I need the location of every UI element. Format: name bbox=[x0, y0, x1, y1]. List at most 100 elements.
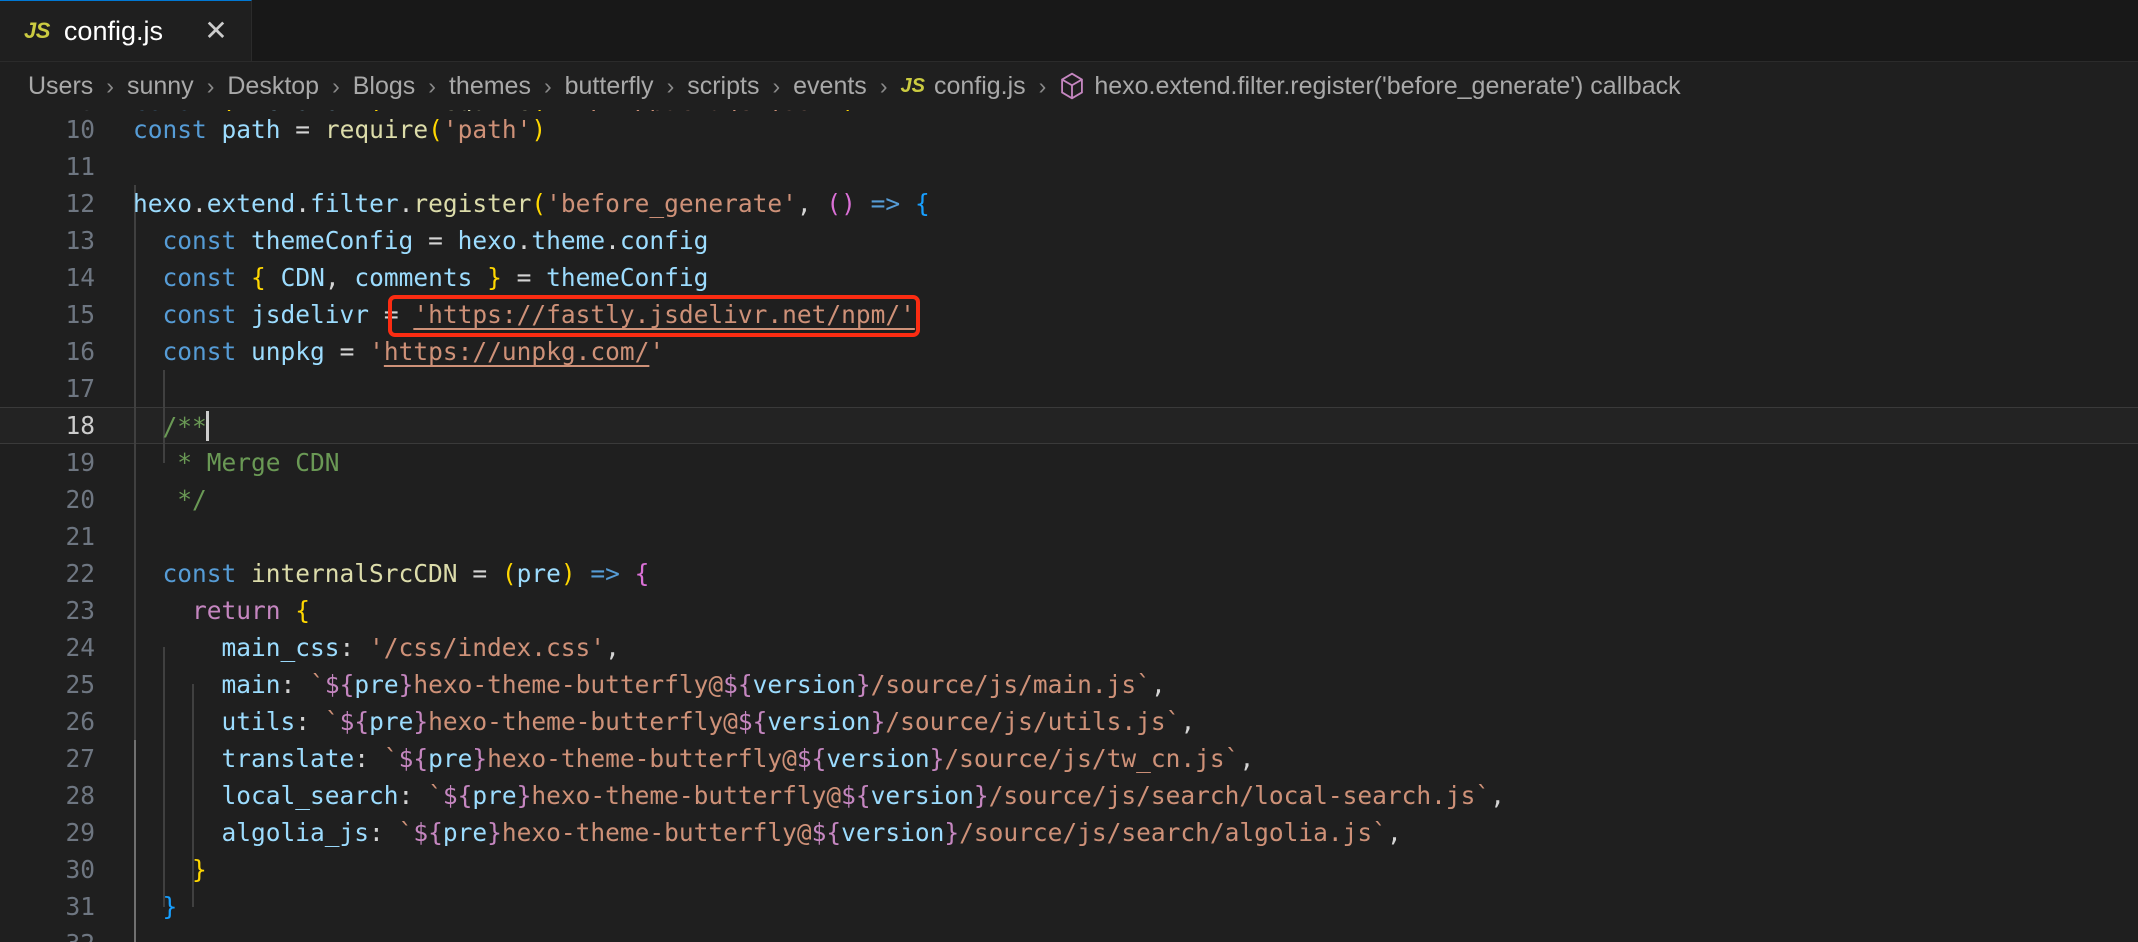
code-line-32[interactable]: 32 bbox=[0, 925, 2138, 942]
line-number: 19 bbox=[65, 448, 95, 477]
code-line-15[interactable]: 15 const jsdelivr = 'https://fastly.jsde… bbox=[0, 296, 2138, 333]
breadcrumb-item-butterfly[interactable]: butterfly bbox=[563, 70, 656, 103]
chevron-right-icon: › bbox=[428, 72, 436, 99]
code-line-18-active[interactable]: 18 /** bbox=[0, 407, 2138, 444]
line-number: 31 bbox=[65, 892, 95, 921]
breadcrumb-label: Blogs bbox=[352, 71, 416, 100]
line-number: 11 bbox=[65, 152, 95, 181]
code-line-26[interactable]: 26 utils: `${pre}hexo-theme-butterfly@${… bbox=[0, 703, 2138, 740]
editor-tab-bar: JS config.js ✕ bbox=[0, 0, 2138, 62]
line-content: const { version } = require('../../packa… bbox=[122, 110, 2138, 111]
line-number: 10 bbox=[65, 115, 95, 144]
code-line-25[interactable]: 25 main: `${pre}hexo-theme-butterfly@${v… bbox=[0, 666, 2138, 703]
breadcrumb-item-symbol[interactable]: hexo.extend.filter.register('before_gene… bbox=[1057, 70, 1682, 103]
line-number: 25 bbox=[65, 670, 95, 699]
line-number: 21 bbox=[65, 522, 95, 551]
code-line-11[interactable]: 11 bbox=[0, 148, 2138, 185]
line-content: const { CDN, comments } = themeConfig bbox=[162, 263, 709, 292]
jsdelivr-url-string[interactable]: 'https://fastly.jsdelivr.net/npm/' bbox=[413, 300, 915, 329]
line-content: const path = require('path') bbox=[133, 115, 547, 144]
line-content bbox=[122, 374, 2138, 403]
line-number: 16 bbox=[65, 337, 95, 366]
editor-tab-label: config.js bbox=[63, 15, 163, 46]
code-line-10[interactable]: 10 const path = require('path') bbox=[0, 111, 2138, 148]
text-cursor bbox=[205, 410, 209, 441]
line-number: 30 bbox=[65, 855, 95, 884]
code-line-19[interactable]: 19 * Merge CDN bbox=[0, 444, 2138, 481]
tab-bar-empty-space bbox=[251, 0, 2138, 61]
breadcrumb-label: config.js bbox=[933, 71, 1026, 100]
code-line-31[interactable]: 31 } bbox=[0, 888, 2138, 925]
chevron-right-icon: › bbox=[332, 72, 340, 99]
breadcrumb-item-themes[interactable]: themes bbox=[447, 70, 533, 103]
breadcrumb: Users › sunny › Desktop › Blogs › themes… bbox=[0, 62, 2138, 110]
close-icon[interactable]: ✕ bbox=[199, 14, 233, 48]
breadcrumb-item-sunny[interactable]: sunny bbox=[125, 70, 196, 103]
code-line-9[interactable]: 9 const { version } = require('../../pac… bbox=[0, 110, 2138, 111]
line-content: const themeConfig = hexo.theme.config bbox=[162, 226, 709, 255]
breadcrumb-item-desktop[interactable]: Desktop bbox=[225, 70, 321, 103]
line-content: /** bbox=[162, 410, 209, 441]
code-line-27[interactable]: 27 translate: `${pre}hexo-theme-butterfl… bbox=[0, 740, 2138, 777]
code-line-22[interactable]: 22 const internalSrcCDN = (pre) => { bbox=[0, 555, 2138, 592]
code-line-23[interactable]: 23 return { bbox=[0, 592, 2138, 629]
code-line-14[interactable]: 14 const { CDN, comments } = themeConfig bbox=[0, 259, 2138, 296]
line-number: 24 bbox=[65, 633, 95, 662]
line-content bbox=[122, 929, 2138, 942]
unpkg-url-string[interactable]: https://unpkg.com/ bbox=[384, 337, 650, 366]
line-number: 17 bbox=[65, 374, 95, 403]
breadcrumb-label: scripts bbox=[687, 71, 760, 100]
breadcrumb-item-scripts[interactable]: scripts bbox=[685, 70, 761, 103]
line-content: local_search: `${pre}hexo-theme-butterfl… bbox=[221, 781, 1505, 810]
code-line-20[interactable]: 20 */ bbox=[0, 481, 2138, 518]
line-number: 27 bbox=[65, 744, 95, 773]
line-content: const unpkg = 'https://unpkg.com/' bbox=[162, 337, 665, 366]
code-line-13[interactable]: 13 const themeConfig = hexo.theme.config bbox=[0, 222, 2138, 259]
code-line-30[interactable]: 30 } bbox=[0, 851, 2138, 888]
line-content: main: `${pre}hexo-theme-butterfly@${vers… bbox=[221, 670, 1166, 699]
breadcrumb-item-users[interactable]: Users bbox=[26, 70, 95, 103]
editor-tab-config-js[interactable]: JS config.js ✕ bbox=[0, 0, 252, 61]
line-number: 23 bbox=[65, 596, 95, 625]
code-line-28[interactable]: 28 local_search: `${pre}hexo-theme-butte… bbox=[0, 777, 2138, 814]
code-line-21[interactable]: 21 bbox=[0, 518, 2138, 555]
line-content: algolia_js: `${pre}hexo-theme-butterfly@… bbox=[221, 818, 1402, 847]
breadcrumb-label: Users bbox=[28, 71, 94, 100]
line-content: const jsdelivr = 'https://fastly.jsdeliv… bbox=[162, 300, 915, 329]
line-number: 32 bbox=[0, 929, 122, 942]
code-scroll-area[interactable]: 9 const { version } = require('../../pac… bbox=[0, 110, 2138, 942]
line-number: 12 bbox=[65, 189, 95, 218]
js-file-icon: JS bbox=[24, 18, 50, 43]
line-content: } bbox=[192, 855, 207, 884]
line-content: utils: `${pre}hexo-theme-butterfly@${ver… bbox=[221, 707, 1196, 736]
breadcrumb-label: butterfly bbox=[564, 71, 654, 100]
chevron-right-icon: › bbox=[543, 72, 552, 99]
line-number: 9 bbox=[0, 110, 122, 111]
line-content: const internalSrcCDN = (pre) => { bbox=[162, 559, 650, 588]
breadcrumb-label: Desktop bbox=[227, 71, 320, 100]
line-number-active: 18 bbox=[65, 411, 95, 440]
breadcrumb-item-config-js[interactable]: JS config.js bbox=[898, 70, 1027, 103]
chevron-right-icon: › bbox=[106, 72, 114, 99]
breadcrumb-label: sunny bbox=[126, 71, 194, 100]
symbol-cube-icon bbox=[1059, 72, 1085, 100]
code-line-12[interactable]: 12 hexo.extend.filter.register('before_g… bbox=[0, 185, 2138, 222]
line-number: 28 bbox=[65, 781, 95, 810]
breadcrumb-item-events[interactable]: events bbox=[791, 70, 869, 103]
breadcrumb-item-blogs[interactable]: Blogs bbox=[351, 70, 418, 103]
line-content: */ bbox=[177, 485, 207, 514]
code-line-24[interactable]: 24 main_css: '/css/index.css', bbox=[0, 629, 2138, 666]
line-content: return { bbox=[192, 596, 311, 625]
vscode-editor-window: JS config.js ✕ Users › sunny › Desktop ›… bbox=[0, 0, 2138, 942]
chevron-right-icon: › bbox=[1038, 72, 1047, 99]
line-number: 29 bbox=[65, 818, 95, 847]
chevron-right-icon: › bbox=[772, 72, 781, 99]
line-content: main_css: '/css/index.css', bbox=[221, 633, 620, 662]
line-number: 26 bbox=[65, 707, 95, 736]
code-line-16[interactable]: 16 const unpkg = 'https://unpkg.com/' bbox=[0, 333, 2138, 370]
code-editor[interactable]: 9 const { version } = require('../../pac… bbox=[0, 110, 2138, 942]
line-content bbox=[122, 522, 2138, 551]
code-line-17[interactable]: 17 bbox=[0, 370, 2138, 407]
code-line-29[interactable]: 29 algolia_js: `${pre}hexo-theme-butterf… bbox=[0, 814, 2138, 851]
line-content: hexo.extend.filter.register('before_gene… bbox=[133, 189, 930, 218]
